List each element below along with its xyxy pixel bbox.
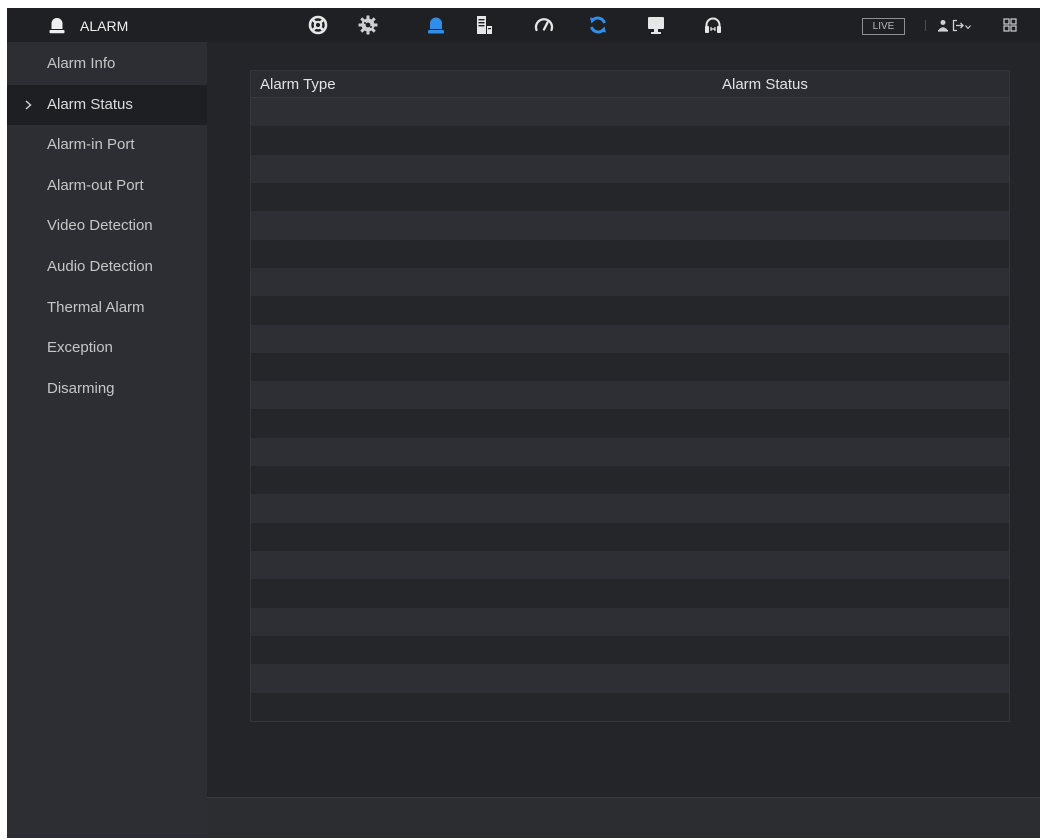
headset-icon[interactable] <box>702 14 724 36</box>
sidebar: Alarm Info Alarm Status Alarm-in Port Al… <box>7 42 207 838</box>
live-button-label: LIVE <box>872 21 895 32</box>
sidebar-item-label: Disarming <box>47 379 115 397</box>
sidebar-item-alarm-info[interactable]: Alarm Info <box>7 44 207 85</box>
table-row <box>251 494 1009 523</box>
table-row <box>251 607 1009 636</box>
table-row <box>251 692 1009 721</box>
table-row <box>251 466 1009 495</box>
monitor-icon[interactable] <box>645 14 667 36</box>
table-row <box>251 98 1009 127</box>
table-row <box>251 182 1009 212</box>
table-row <box>251 409 1009 438</box>
table-row <box>251 126 1009 155</box>
chevron-down-icon[interactable] <box>965 25 971 29</box>
sidebar-item-disarming[interactable]: Disarming <box>7 369 207 410</box>
app-window: ALARM LIVE Alarm Info Alarm Status Alarm… <box>7 8 1040 838</box>
page-title: ALARM <box>80 18 129 34</box>
chevron-right-icon <box>25 100 32 110</box>
sidebar-item-video-detection[interactable]: Video Detection <box>7 206 207 247</box>
main-panel: Alarm Type Alarm Status <box>207 42 1040 838</box>
sidebar-item-label: Alarm-out Port <box>47 176 144 194</box>
column-header-alarm-status: Alarm Status <box>722 76 808 93</box>
gauge-icon[interactable] <box>533 14 555 36</box>
table-row <box>251 239 1009 268</box>
bottom-bar <box>207 797 1040 838</box>
top-bar: ALARM LIVE <box>7 8 1040 42</box>
alarm-light-icon <box>47 15 67 35</box>
table-row <box>251 267 1009 297</box>
alarm-status-table: Alarm Type Alarm Status <box>250 70 1010 722</box>
table-row <box>251 324 1009 353</box>
storage-icon[interactable] <box>473 14 495 36</box>
table-row <box>251 296 1009 325</box>
sidebar-item-label: Alarm Info <box>47 55 116 72</box>
table-row <box>251 664 1009 693</box>
sidebar-item-label: Alarm Status <box>47 95 133 113</box>
table-row <box>251 522 1009 551</box>
sidebar-item-alarm-out-port[interactable]: Alarm-out Port <box>7 166 207 207</box>
sidebar-item-label: Alarm-in Port <box>47 136 135 154</box>
sidebar-item-label: Thermal Alarm <box>47 298 145 316</box>
refresh-icon[interactable] <box>587 14 609 36</box>
sidebar-item-alarm-status[interactable]: Alarm Status <box>7 84 207 126</box>
user-icon[interactable] <box>937 19 949 32</box>
sidebar-item-audio-detection[interactable]: Audio Detection <box>7 247 207 288</box>
sidebar-item-label: Audio Detection <box>47 257 153 275</box>
sidebar-item-thermal-alarm[interactable]: Thermal Alarm <box>7 288 207 329</box>
table-row <box>251 635 1009 665</box>
table-body <box>251 98 1009 721</box>
table-row <box>251 551 1009 580</box>
table-row <box>251 381 1009 410</box>
table-row <box>251 437 1009 467</box>
table-row <box>251 352 1009 382</box>
column-header-alarm-type: Alarm Type <box>260 76 336 93</box>
table-row <box>251 154 1009 183</box>
toolbar-divider <box>925 20 926 31</box>
sidebar-item-alarm-in-port[interactable]: Alarm-in Port <box>7 125 207 166</box>
table-header: Alarm Type Alarm Status <box>251 71 1009 98</box>
sidebar-item-label: Exception <box>47 339 113 357</box>
lifebuoy-icon[interactable] <box>307 14 329 36</box>
grid-icon[interactable] <box>1003 18 1017 32</box>
table-row <box>251 579 1009 608</box>
intelligence-icon[interactable] <box>357 14 379 36</box>
live-button[interactable]: LIVE <box>862 18 905 35</box>
logout-icon[interactable] <box>952 19 964 32</box>
sidebar-item-exception[interactable]: Exception <box>7 328 207 369</box>
sidebar-item-label: Video Detection <box>47 217 153 235</box>
alarm-light-icon[interactable] <box>425 14 447 36</box>
table-row <box>251 211 1009 240</box>
